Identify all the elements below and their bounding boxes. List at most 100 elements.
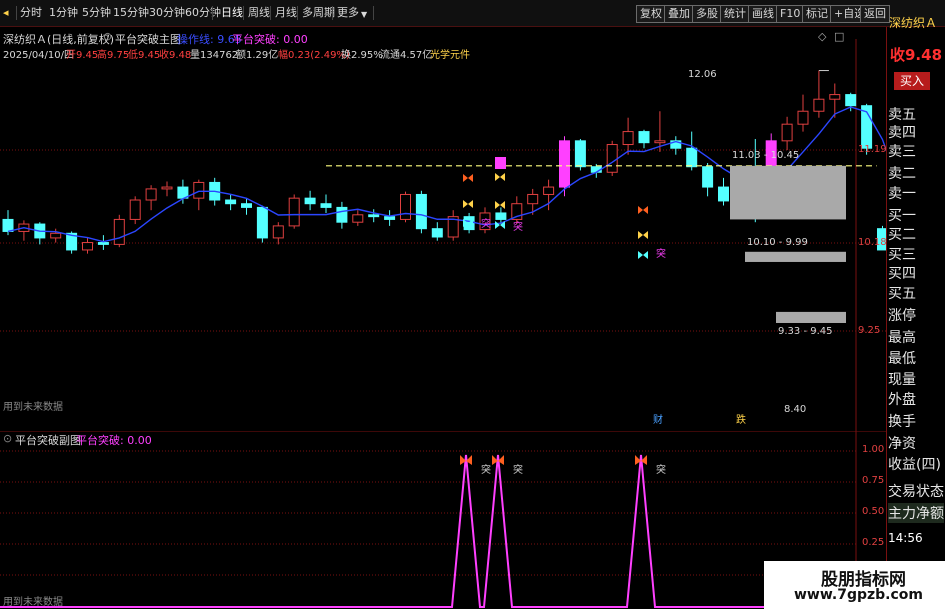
settings-icon[interactable]: ⊙ <box>103 30 112 43</box>
tab-5min[interactable]: 5分钟 <box>82 4 111 22</box>
candle-24[interactable] <box>368 209 380 223</box>
candle-26[interactable] <box>400 191 411 223</box>
candle-50[interactable] <box>781 116 793 151</box>
multi-stock-button[interactable]: 多股 <box>692 5 722 23</box>
indicator-name[interactable]: 平台突破主图 <box>115 31 181 47</box>
candle-52[interactable] <box>813 70 825 118</box>
candle-body <box>686 147 698 168</box>
high-label: 高9.75 <box>97 50 130 61</box>
candle-28[interactable] <box>431 222 443 241</box>
candle-44[interactable] <box>686 131 698 171</box>
candle-4[interactable] <box>50 228 62 243</box>
candle-9[interactable] <box>129 196 141 225</box>
buy-button[interactable]: 买入 <box>894 72 930 90</box>
sub-settings-icon[interactable]: ⊙ <box>3 432 12 445</box>
candle-body <box>113 218 125 245</box>
candle-40[interactable] <box>622 117 634 155</box>
candle-21[interactable] <box>320 194 332 213</box>
sell2-label: 卖二 <box>888 166 916 182</box>
change-label: 幅0.23(2.49%) <box>278 50 350 61</box>
return-button[interactable]: 返回 <box>860 5 890 23</box>
stats-button[interactable]: 统计 <box>720 5 750 23</box>
candle-body <box>336 206 348 223</box>
sub-future-data-note: 用到未来数据 <box>3 597 63 608</box>
candle-25[interactable] <box>384 210 396 226</box>
tab-monthly[interactable]: 月线 <box>275 4 297 22</box>
candle-body <box>304 197 316 205</box>
candle-body <box>702 166 714 188</box>
candle-20[interactable] <box>304 190 316 211</box>
candle-body <box>2 218 14 232</box>
concept-label[interactable]: 光学元件 <box>430 46 470 61</box>
toolbar: ◂ 分时 1分钟 5分钟 15分钟 30分钟 60分钟 日线 周线 月线 多周期… <box>0 0 945 27</box>
sell5-label: 卖五 <box>888 107 916 123</box>
candle-6[interactable] <box>82 237 93 254</box>
outer-disk-label: 外盘 <box>888 392 916 408</box>
tab-more[interactable]: 更多 <box>337 4 359 22</box>
fuquan-button[interactable]: 复权 <box>636 5 666 23</box>
die-label: 跌 <box>736 415 746 426</box>
candle-18[interactable] <box>272 222 284 245</box>
candle-46[interactable] <box>718 177 729 206</box>
candle-11[interactable] <box>161 181 173 197</box>
sell1-label: 卖一 <box>888 186 916 202</box>
f10-button[interactable]: F10 <box>776 5 805 23</box>
candle-2[interactable] <box>18 220 30 241</box>
tu-label-3: 突 <box>656 249 666 260</box>
butterfly-icon-8 <box>638 231 648 239</box>
candle-43[interactable] <box>670 136 682 155</box>
candle-body <box>654 140 666 144</box>
candle-39[interactable] <box>606 140 618 176</box>
window-icon[interactable]: □ <box>834 30 844 43</box>
open-label: 开9.45 <box>66 50 99 61</box>
candle-51[interactable] <box>797 94 809 132</box>
candle-41[interactable] <box>638 129 650 149</box>
tab-weekly[interactable]: 周线 <box>248 4 270 22</box>
float-label: 流通4.57亿 <box>380 50 433 61</box>
tab-multi-period[interactable]: 多周期 <box>302 4 335 22</box>
candle-body <box>400 193 411 220</box>
collapse-icon[interactable]: ◇ <box>818 30 826 43</box>
candle-8[interactable] <box>113 214 125 248</box>
close-label: 收9.48 <box>159 50 192 61</box>
mark-button[interactable]: 标记 <box>802 5 832 23</box>
candle-29[interactable] <box>447 210 459 241</box>
candle-body <box>829 94 841 100</box>
candle-15[interactable] <box>225 194 237 211</box>
candle-body <box>145 188 157 201</box>
date-label: 2025/04/10/四 <box>3 50 75 61</box>
limit-up-label: 涨停 <box>888 308 916 324</box>
candle-body <box>797 110 809 125</box>
candle-22[interactable] <box>336 201 348 229</box>
sub-indicator-chart[interactable] <box>0 431 886 609</box>
main-kline-chart[interactable] <box>0 27 886 431</box>
candle-23[interactable] <box>352 210 364 226</box>
site-watermark: 股朋指标网 www.7gpzb.com <box>764 561 945 609</box>
candle-19[interactable] <box>288 194 300 229</box>
candle-body <box>50 232 62 239</box>
butterfly-icon-1 <box>463 174 473 182</box>
candle-10[interactable] <box>145 185 157 211</box>
tab-30min[interactable]: 30分钟 <box>149 4 185 22</box>
candle-7[interactable] <box>97 235 109 250</box>
candle-body <box>129 199 141 220</box>
candle-13[interactable] <box>193 179 205 211</box>
candle-17[interactable] <box>256 205 268 243</box>
sub-title[interactable]: 平台突破副图 <box>15 432 81 448</box>
tab-60min[interactable]: 60分钟 <box>185 4 221 22</box>
tab-fenshi[interactable]: 分时 <box>20 4 42 22</box>
tab-15min[interactable]: 15分钟 <box>113 4 149 22</box>
candle-3[interactable] <box>34 222 46 245</box>
tab-daily[interactable]: 日线 <box>221 4 243 22</box>
back-icon[interactable]: ◂ <box>3 4 9 22</box>
candle-body <box>352 214 364 223</box>
candle-body <box>161 186 173 190</box>
candle-body <box>97 242 109 245</box>
candle-27[interactable] <box>415 190 427 234</box>
overlay-button[interactable]: 叠加 <box>664 5 694 23</box>
volume-label: 量134762 <box>190 50 239 61</box>
draw-line-button[interactable]: 画线 <box>748 5 778 23</box>
candle-45[interactable] <box>702 163 714 197</box>
more-dropdown-icon[interactable]: ▼ <box>361 6 367 24</box>
tab-1min[interactable]: 1分钟 <box>49 4 78 22</box>
